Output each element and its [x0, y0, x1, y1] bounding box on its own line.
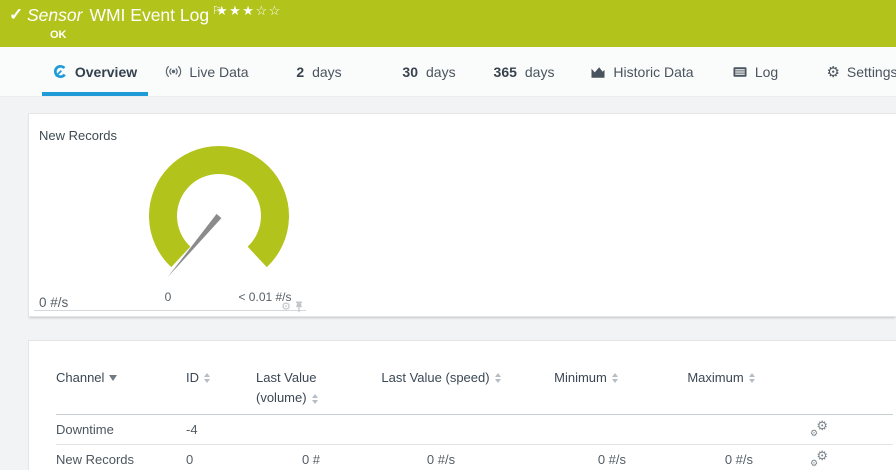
priority-star-rating[interactable]: ★★★☆☆	[216, 3, 282, 19]
sort-icon	[311, 394, 318, 404]
table-row-downtime[interactable]: Downtime -4 ⚙ ⚙	[56, 415, 893, 445]
widget-gear-icon[interactable]: ⚙	[281, 300, 291, 313]
column-header-last-value-speed[interactable]: Last Value (speed)	[366, 370, 516, 385]
column-label: Minimum	[554, 370, 607, 385]
maximum-value: 0 #/s	[724, 452, 753, 467]
last-value-speed: 0 #/s	[426, 452, 456, 467]
gear-icon: ⚙	[826, 63, 840, 81]
tab-label: days	[524, 63, 555, 80]
channel-settings-gears-icon[interactable]: ⚙ ⚙	[810, 448, 828, 468]
row-actions: ⚙ ⚙	[786, 418, 893, 439]
minimum-value: 0 #/s	[597, 452, 626, 467]
overview-gauge-panel: New Records 0 < 0.01 #/s 0 #/s ⚙	[28, 113, 896, 317]
tab-historic-data[interactable]: Historic Data	[586, 47, 698, 96]
sort-icon	[204, 373, 210, 383]
sort-icon	[611, 373, 618, 383]
status-ok-check-icon: ✓	[9, 5, 24, 24]
gauge-arc	[149, 146, 289, 268]
tab-label: Settings	[846, 63, 896, 80]
column-label: (volume)	[256, 390, 307, 405]
tab-overview[interactable]: Overview	[42, 47, 148, 96]
channel-id: -4	[186, 422, 198, 437]
column-label: Channel	[56, 370, 105, 385]
pin-icon[interactable]	[294, 301, 304, 313]
channel-name[interactable]: Downtime	[56, 422, 186, 437]
column-header-maximum[interactable]: Maximum	[656, 370, 786, 385]
new-records-gauge-widget: New Records 0 < 0.01 #/s 0 #/s ⚙	[34, 119, 306, 313]
broadcast-icon	[166, 66, 182, 77]
page-title: Sensor WMI Event Log ⚐	[27, 4, 222, 26]
sort-desc-icon	[109, 375, 118, 381]
column-header-channel[interactable]: Channel	[56, 370, 186, 385]
channel-table-body: Downtime -4 ⚙ ⚙ New Records 0 0 # 0 #/s 0…	[56, 415, 893, 470]
column-header-id[interactable]: ID	[186, 370, 256, 385]
gauge-widget-controls: ⚙	[281, 300, 304, 313]
channel-table-panel: Channel ID Last Value (volume) Last Valu…	[28, 340, 896, 470]
tab-365-days[interactable]: 365 days	[484, 47, 564, 96]
tab-number: 2	[296, 63, 305, 80]
area-chart-icon	[591, 66, 605, 78]
column-label: Last Value (speed)	[381, 370, 490, 385]
table-row-new-records[interactable]: New Records 0 0 # 0 #/s 0 #/s 0 #/s ⚙ ⚙	[56, 445, 893, 470]
list-icon	[733, 66, 747, 77]
column-header-last-value-volume[interactable]: Last Value (volume)	[256, 370, 366, 405]
column-label: Maximum	[687, 370, 744, 385]
tab-label: Log	[754, 63, 779, 80]
status-badge: OK	[50, 29, 67, 41]
gauge-title: New Records	[39, 128, 118, 143]
sensor-type-label: Sensor	[27, 5, 83, 25]
last-value-volume: 0 #	[301, 452, 321, 467]
tab-label: days	[312, 63, 342, 80]
tab-live-data[interactable]: Live Data	[158, 47, 256, 96]
tab-2-days[interactable]: 2 days	[288, 47, 350, 96]
tab-bar: Overview Live Data 2 days 30 days 365 da…	[0, 47, 896, 97]
gauge-chart	[149, 146, 289, 278]
gauge-current-value: 0 #/s	[39, 295, 69, 310]
sensor-header: ✓ Sensor WMI Event Log ⚐ ★★★☆☆ OK	[0, 0, 896, 47]
channel-table-header: Channel ID Last Value (volume) Last Valu…	[56, 341, 893, 415]
sort-icon	[748, 373, 755, 383]
tab-label: Overview	[74, 63, 138, 80]
gauge-icon	[53, 64, 67, 79]
column-header-minimum[interactable]: Minimum	[516, 370, 656, 385]
channel-table: Channel ID Last Value (volume) Last Valu…	[56, 341, 893, 470]
gauge-scale-min: 0	[164, 290, 172, 304]
tab-label: Historic Data	[613, 63, 694, 80]
tab-log[interactable]: Log	[726, 47, 784, 96]
tab-settings[interactable]: ⚙ Settings	[822, 47, 896, 96]
column-label: Last Value	[256, 370, 317, 385]
sensor-name: WMI Event Log	[89, 5, 210, 25]
tab-30-days[interactable]: 30 days	[394, 47, 464, 96]
channel-id: 0	[186, 452, 194, 467]
tab-number: 365	[493, 63, 517, 80]
sort-icon	[494, 373, 501, 383]
tab-number: 30	[402, 63, 418, 80]
channel-settings-gears-icon[interactable]: ⚙ ⚙	[810, 418, 828, 438]
row-actions: ⚙ ⚙	[786, 448, 893, 469]
tab-label: days	[426, 63, 456, 80]
tab-label: Live Data	[189, 63, 249, 80]
channel-name[interactable]: New Records	[56, 452, 186, 467]
column-label: ID	[186, 370, 199, 385]
